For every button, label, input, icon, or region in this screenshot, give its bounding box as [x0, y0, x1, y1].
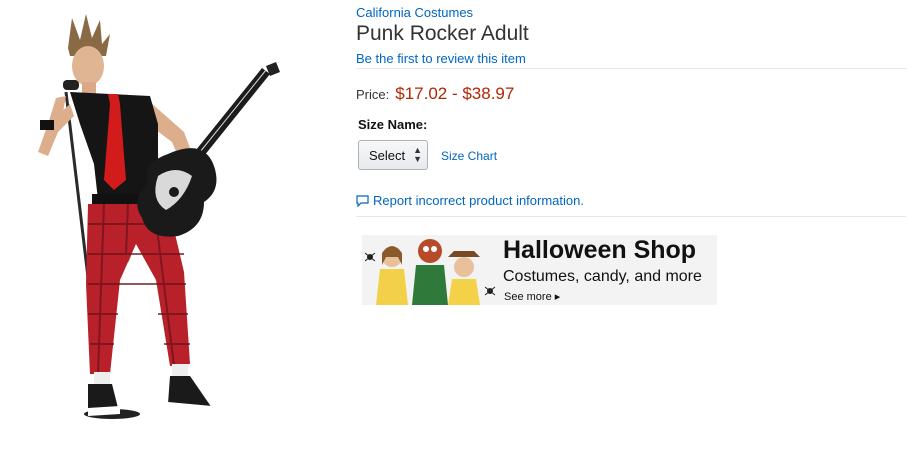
comment-icon — [356, 194, 369, 207]
review-link[interactable]: Be the first to review this item — [356, 51, 526, 66]
banner-subtitle: Costumes, candy, and more — [503, 268, 702, 285]
price-value: $17.02 - $38.97 — [395, 84, 515, 103]
size-select-value: Select — [369, 147, 406, 163]
product-title: Punk Rocker Adult — [356, 22, 529, 45]
report-link-label: Report incorrect product information. — [373, 193, 584, 208]
report-incorrect-info-link[interactable]: Report incorrect product information. — [356, 193, 584, 208]
see-more-link[interactable]: See more ▸ — [504, 290, 560, 303]
product-image[interactable] — [8, 4, 292, 432]
brand-link[interactable]: California Costumes — [356, 5, 473, 20]
size-chart-link[interactable]: Size Chart — [441, 149, 497, 163]
price-row: Price: $17.02 - $38.97 — [356, 84, 514, 104]
divider — [356, 216, 906, 217]
size-name-label: Size Name: — [358, 117, 428, 132]
halloween-shop-banner[interactable]: Halloween Shop Costumes, candy, and more… — [362, 235, 717, 305]
kids-costume-image — [362, 235, 500, 305]
divider — [356, 68, 906, 69]
banner-title: Halloween Shop — [503, 236, 697, 264]
size-select-dropdown[interactable]: Select ▲ ▼ — [358, 140, 428, 170]
price-label: Price: — [356, 87, 390, 102]
up-down-arrows-icon: ▲ ▼ — [413, 145, 423, 164]
